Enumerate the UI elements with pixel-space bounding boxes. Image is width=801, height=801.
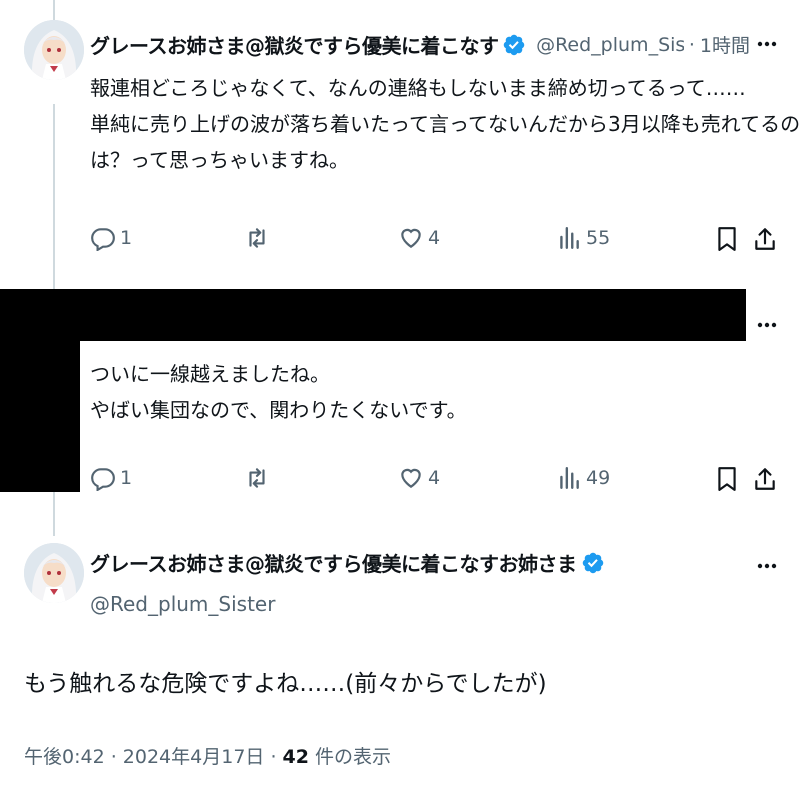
views-chart-icon	[560, 467, 579, 489]
tweet-text: ついに一線越えましたね。 やばい集団なので、関わりたくないです。	[90, 356, 467, 428]
timestamp[interactable]: 1時間	[700, 31, 750, 58]
tweet-text: 報連相どころじゃなくて、なんの連絡もしないまま締め切ってるって…… 単純に売り上…	[90, 70, 801, 178]
thread-line-1	[53, 104, 55, 289]
tweet-text-line: は？って思っちゃいますね。	[90, 148, 349, 172]
more-options-button[interactable]	[752, 315, 782, 335]
tweet-text: もう触れるな危険ですよね……(前々からでしたが)	[24, 671, 547, 697]
share-button[interactable]	[752, 225, 778, 253]
reply-button[interactable]: 1	[90, 225, 132, 251]
bookmark-button[interactable]	[714, 465, 740, 493]
avatar[interactable]	[24, 20, 84, 80]
retweet-button[interactable]	[244, 465, 274, 491]
tweet-meta: 午後0:42 · 2024年4月17日 · 42 件の表示	[24, 742, 391, 769]
retweet-icon	[249, 228, 265, 248]
tweet-text-line: ついに一線越えましたね。	[90, 362, 330, 386]
tweet-text-line: やばい集団なので、関わりたくないです。	[90, 398, 467, 422]
view-count: 49	[586, 467, 611, 489]
heart-icon	[401, 468, 421, 488]
avatar-image	[24, 543, 84, 603]
views-count: 42	[282, 746, 309, 768]
like-count: 4	[428, 467, 441, 489]
display-name[interactable]: グレースお姉さま@獄炎ですら優美に着こなすお姉さま	[90, 30, 498, 59]
redaction-box	[0, 289, 746, 341]
more-dots-icon	[757, 563, 777, 569]
bookmark-button[interactable]	[714, 225, 740, 253]
handle[interactable]: @Red_plum_Sister	[536, 34, 684, 56]
retweet-icon	[249, 468, 265, 488]
views-chart-icon	[560, 227, 579, 249]
avatar-image	[24, 20, 84, 80]
like-button[interactable]: 4	[398, 465, 440, 491]
views-button[interactable]: 49	[556, 465, 610, 491]
more-options-button[interactable]	[752, 556, 782, 576]
view-count: 55	[586, 227, 611, 249]
like-button[interactable]: 4	[398, 225, 440, 251]
views-button[interactable]: 55	[556, 225, 610, 251]
heart-icon	[401, 228, 421, 248]
tweet-header: グレースお姉さま@獄炎ですら優美に着こなすお姉さま	[90, 548, 605, 577]
share-icon	[755, 468, 775, 490]
avatar[interactable]	[24, 543, 84, 603]
bookmark-icon	[718, 467, 736, 491]
bookmark-icon	[718, 227, 736, 251]
tweet-header: グレースお姉さま@獄炎ですら優美に着こなすお姉さま @Red_plum_Sist…	[90, 30, 750, 59]
views-label: 件の表示	[308, 746, 392, 768]
tweet-text-line: 単純に売り上げの波が落ち着いたって言ってないんだから3月以降も売れてるので	[90, 112, 801, 136]
share-button[interactable]	[752, 465, 778, 493]
more-options-button[interactable]	[752, 34, 782, 54]
timestamp[interactable]: 午後0:42 · 2024年4月17日 ·	[24, 746, 283, 768]
reply-button[interactable]: 1	[90, 465, 132, 491]
verified-badge-icon	[503, 34, 525, 55]
redaction-box	[0, 289, 80, 492]
thread-line-top	[53, 0, 55, 20]
more-dots-icon	[757, 41, 777, 47]
reply-icon	[91, 468, 115, 491]
reply-icon	[91, 228, 115, 251]
reply-count: 1	[120, 467, 133, 489]
reply-count: 1	[120, 227, 133, 249]
retweet-button[interactable]	[244, 225, 274, 251]
handle[interactable]: @Red_plum_Sister	[90, 592, 275, 616]
share-icon	[755, 228, 775, 250]
thread-line-2	[53, 492, 55, 536]
like-count: 4	[428, 227, 441, 249]
tweet-text-line: 報連相どころじゃなくて、なんの連絡もしないまま締め切ってるって……	[90, 76, 746, 100]
more-dots-icon	[757, 322, 777, 328]
separator-dot: ·	[688, 33, 695, 56]
display-name[interactable]: グレースお姉さま@獄炎ですら優美に着こなすお姉さま	[90, 548, 577, 577]
verified-badge-icon	[582, 552, 603, 573]
